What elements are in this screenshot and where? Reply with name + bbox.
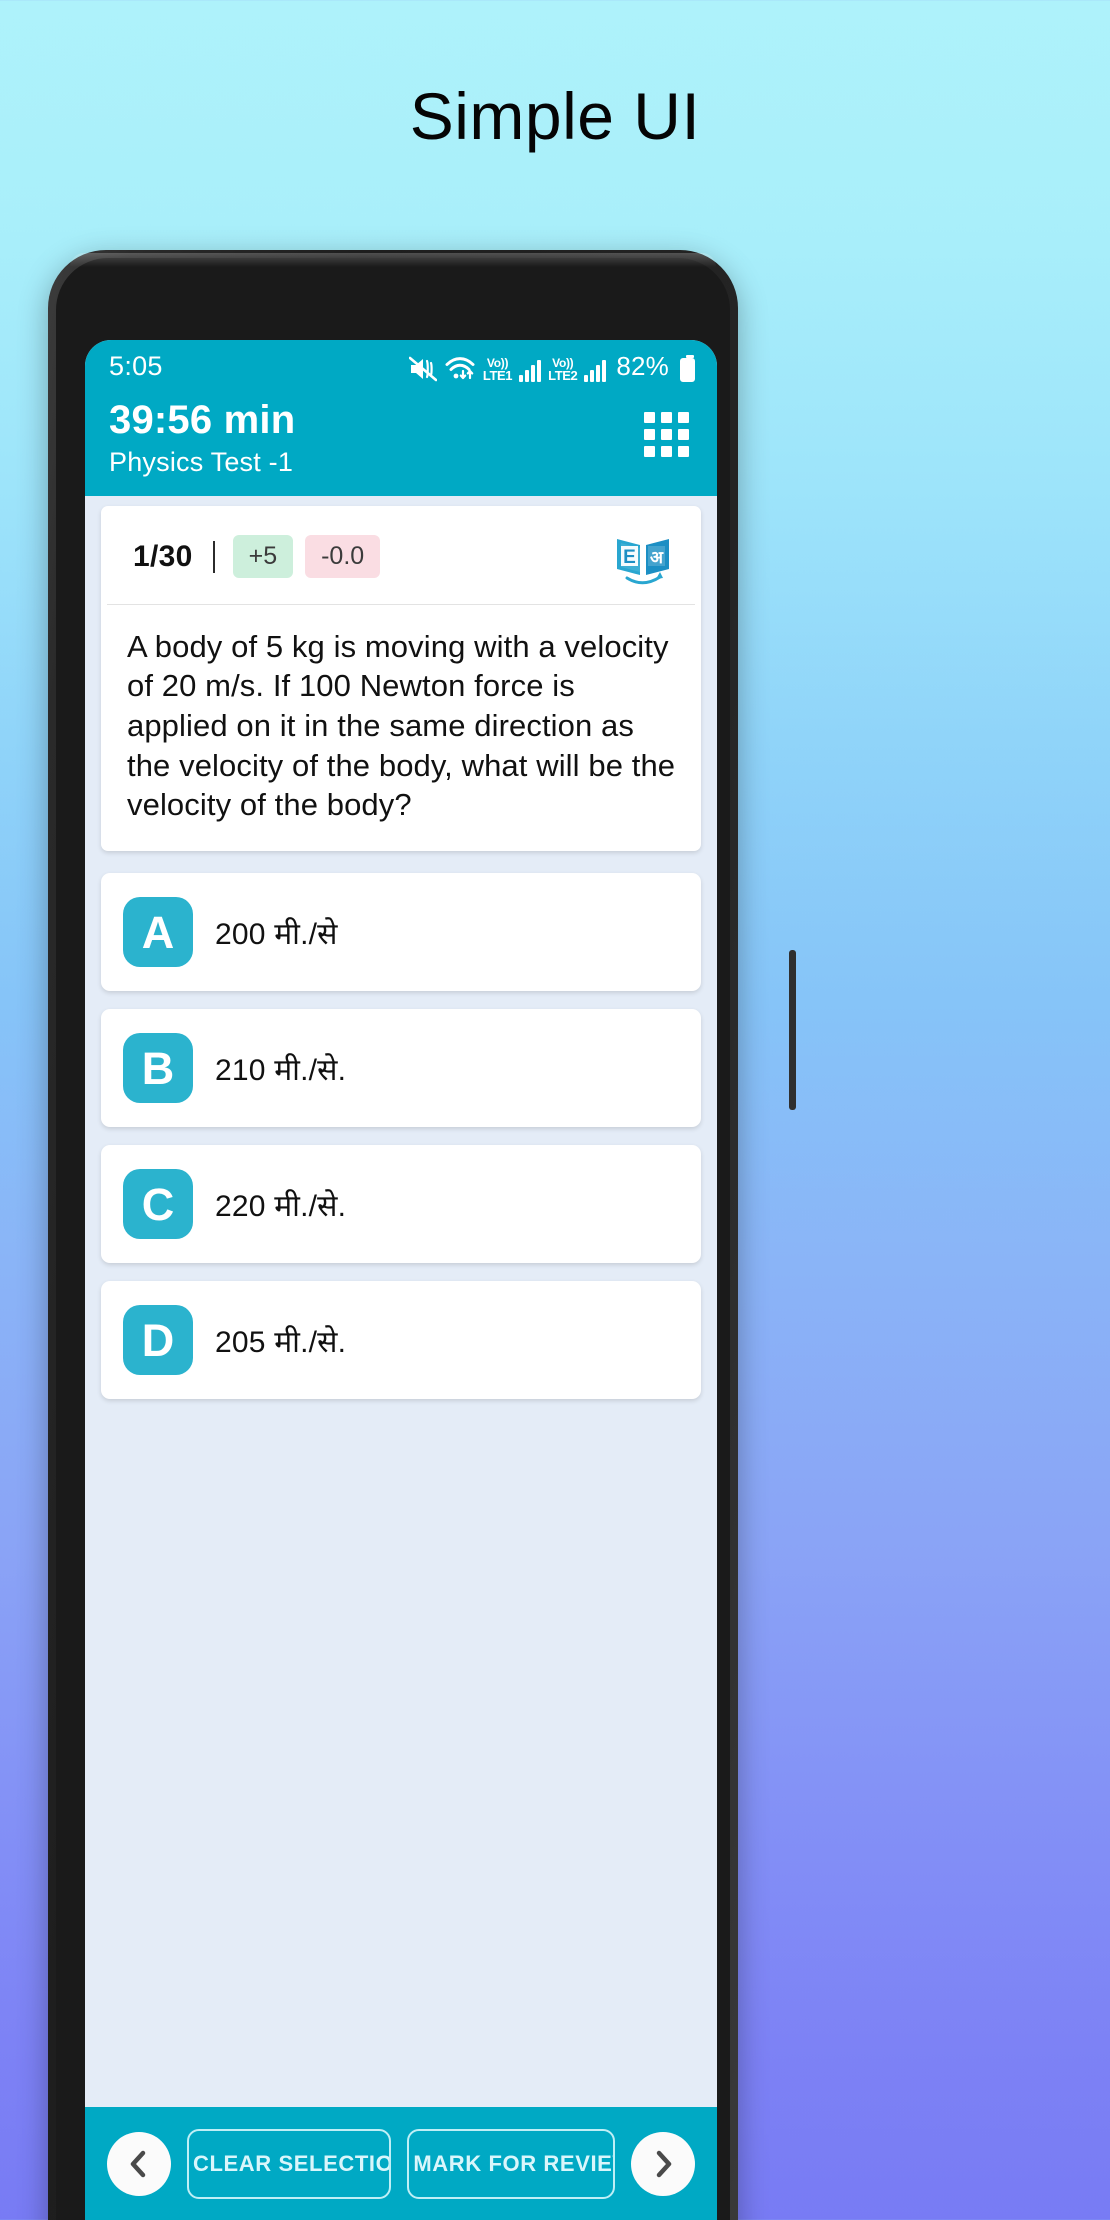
- positive-marks-badge: +5: [232, 535, 294, 579]
- option-a[interactable]: A 200 मी./से: [101, 873, 701, 992]
- question-text: A body of 5 kg is moving with a velocity…: [127, 628, 676, 823]
- options-list: A 200 मी./से B 210 मी./से. C 220 मी./से.…: [85, 851, 717, 1400]
- mark-for-review-button[interactable]: MARK FOR REVIEW: [407, 2128, 615, 2199]
- chevron-left-icon: [130, 2150, 146, 2177]
- language-toggle-icon[interactable]: E अ: [613, 526, 673, 588]
- clear-selection-button[interactable]: CLEAR SELECTION: [187, 2128, 392, 2199]
- svg-text:E: E: [623, 547, 636, 568]
- next-question-button[interactable]: [631, 2131, 695, 2196]
- sim1-volte-top-label: Vo)): [486, 355, 509, 370]
- option-b-letter: B: [123, 1033, 193, 1104]
- svg-text:अ: अ: [650, 548, 664, 568]
- option-c-text: 220 मी./से.: [215, 1189, 347, 1223]
- option-d-letter: D: [123, 1305, 193, 1376]
- power-button[interactable]: [789, 950, 796, 1110]
- question-card-header: 1/30 +5 -0.0 E अ: [107, 506, 695, 605]
- question-index: 1/30: [133, 539, 193, 573]
- previous-question-button[interactable]: [107, 2131, 171, 2196]
- status-bar: 5:05 Vo)) LTE1 Vo)) LTE2 82%: [85, 340, 717, 392]
- app-bar: 39:56 min Physics Test -1: [85, 392, 717, 496]
- chevron-right-icon: [656, 2150, 672, 2177]
- exam-timer: 39:56 min: [109, 398, 296, 442]
- grid-menu-icon[interactable]: [644, 412, 689, 457]
- mute-icon: [408, 356, 437, 381]
- battery-icon: [680, 354, 695, 382]
- sim1-volte-bottom-label: LTE1: [482, 367, 513, 383]
- status-icons: Vo)) LTE1 Vo)) LTE2 82%: [408, 350, 695, 383]
- battery-percent-label: 82%: [616, 350, 669, 381]
- wifi-icon: [445, 356, 475, 379]
- app-bar-texts: 39:56 min Physics Test -1: [109, 398, 644, 478]
- test-title: Physics Test -1: [109, 446, 294, 477]
- question-card: 1/30 +5 -0.0 E अ A body of 5 kg is movin…: [101, 505, 701, 852]
- option-b[interactable]: B 210 मी./से.: [101, 1009, 701, 1128]
- sim1-volte-indicator: Vo)) LTE1: [482, 355, 513, 383]
- status-time: 5:05: [109, 350, 163, 381]
- option-c-letter: C: [123, 1169, 193, 1240]
- header-divider: [212, 540, 215, 573]
- option-d[interactable]: D 205 मी./से.: [101, 1281, 701, 1400]
- sim2-volte-top-label: Vo)): [552, 355, 574, 370]
- sim1-signal-bars-icon: [519, 359, 542, 382]
- sim2-signal-bars-icon: [584, 359, 607, 382]
- option-c[interactable]: C 220 मी./से.: [101, 1145, 701, 1264]
- negative-marks-badge: -0.0: [305, 535, 381, 579]
- option-b-text: 210 मी./से.: [215, 1053, 347, 1087]
- option-d-text: 205 मी./से.: [215, 1325, 347, 1359]
- bottom-action-bar: CLEAR SELECTION MARK FOR REVIEW: [85, 2107, 717, 2220]
- sim2-volte-indicator: Vo)) LTE2: [548, 355, 578, 383]
- sim2-volte-bottom-label: LTE2: [548, 367, 578, 383]
- phone-screen: 5:05 Vo)) LTE1 Vo)) LTE2 82% 39:56 min P…: [85, 340, 717, 2220]
- option-a-text: 200 मी./से: [215, 917, 338, 951]
- option-a-letter: A: [123, 897, 193, 968]
- page-title: Simple UI: [409, 79, 701, 153]
